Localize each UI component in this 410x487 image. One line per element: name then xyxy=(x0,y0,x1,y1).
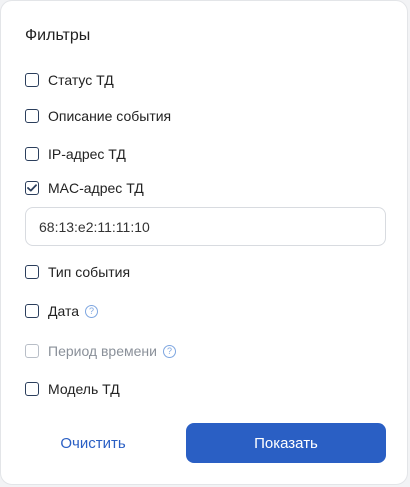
checkbox-icon[interactable] xyxy=(25,147,39,161)
filter-label: Дата xyxy=(48,303,80,319)
filter-label: IP-адрес ТД xyxy=(48,146,126,162)
show-button[interactable]: Показать xyxy=(186,423,386,463)
mac-address-input[interactable] xyxy=(25,207,386,246)
filter-time-period: Период времени ? xyxy=(25,339,176,363)
clear-button[interactable]: Очистить xyxy=(43,423,143,463)
panel-title: Фильтры xyxy=(25,27,91,44)
checkbox-disabled-icon xyxy=(25,344,39,358)
filter-label: MAC-адрес ТД xyxy=(48,180,144,196)
filter-date[interactable]: Дата ? xyxy=(25,299,99,323)
checkbox-icon[interactable] xyxy=(25,73,39,87)
filter-ip-address[interactable]: IP-адрес ТД xyxy=(25,142,126,166)
help-icon[interactable]: ? xyxy=(85,304,99,318)
filters-panel: Фильтры Статус ТД Описание события IP-ад… xyxy=(0,0,408,485)
filter-status-td[interactable]: Статус ТД xyxy=(25,68,114,92)
filter-label: Период времени xyxy=(48,343,157,359)
filter-event-type[interactable]: Тип события xyxy=(25,260,130,284)
filter-event-description[interactable]: Описание события xyxy=(25,104,171,128)
filter-label: Модель ТД xyxy=(48,381,120,397)
filter-label: Статус ТД xyxy=(48,72,114,88)
checkbox-icon[interactable] xyxy=(25,265,39,279)
checkbox-icon[interactable] xyxy=(25,382,39,396)
checkbox-icon[interactable] xyxy=(25,109,39,123)
help-icon[interactable]: ? xyxy=(162,344,176,358)
checkbox-checked-icon[interactable] xyxy=(25,181,39,195)
filter-device-model[interactable]: Модель ТД xyxy=(25,377,120,401)
filter-label: Тип события xyxy=(48,264,131,280)
filter-label: Описание события xyxy=(48,108,172,124)
checkbox-icon[interactable] xyxy=(25,304,39,318)
checkmark-icon xyxy=(27,184,37,192)
filter-mac-address[interactable]: MAC-адрес ТД xyxy=(25,176,144,200)
